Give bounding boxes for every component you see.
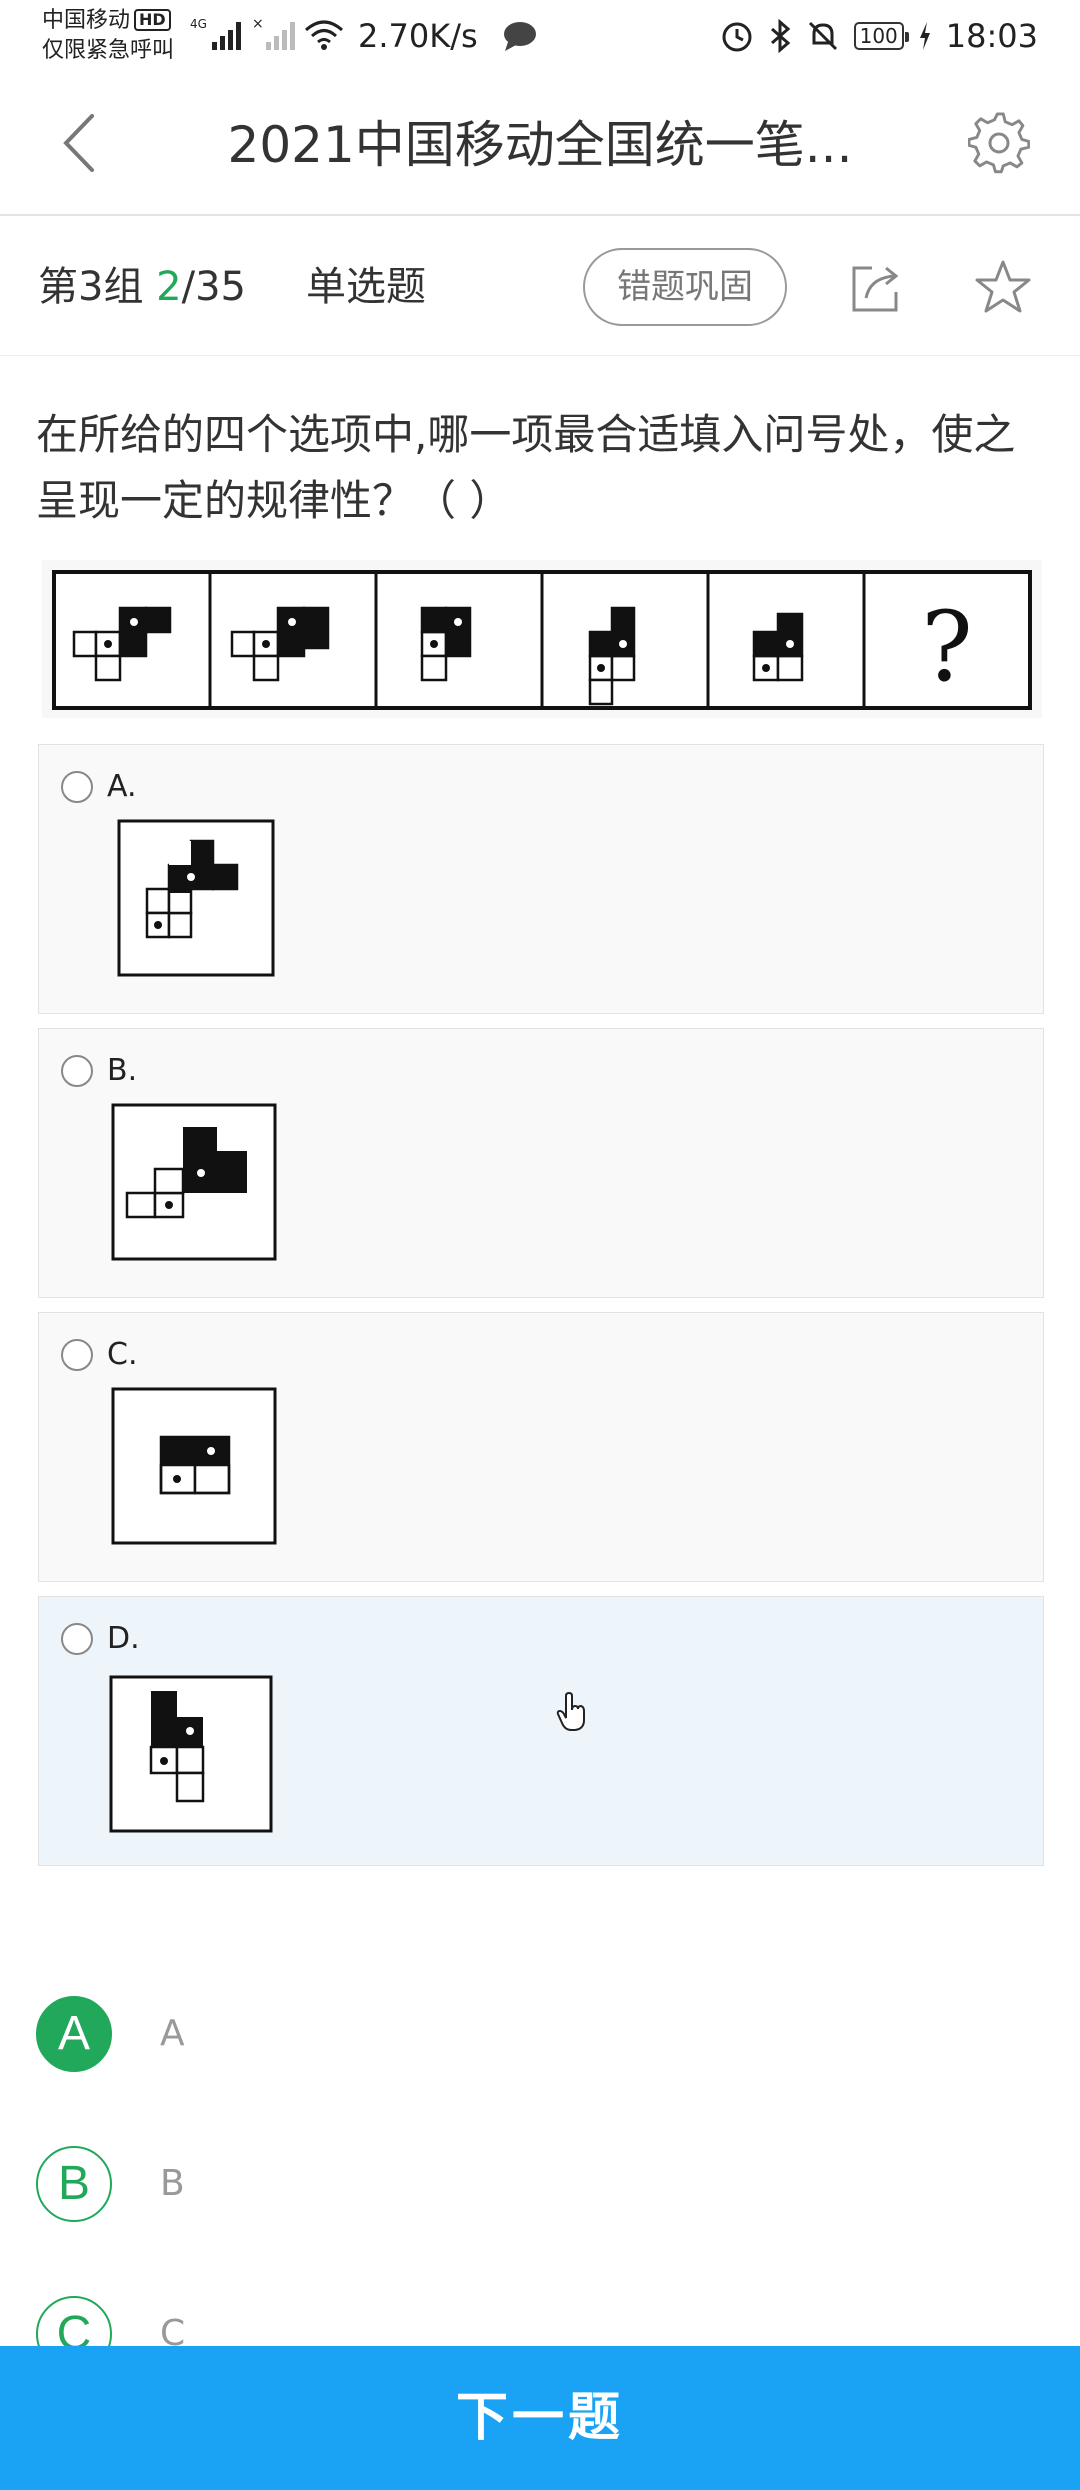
clock-time: 18:03 [945, 17, 1038, 55]
question-type-label: 单选题 [306, 264, 426, 310]
option-d-figure [109, 1675, 273, 1833]
battery-indicator: 100 [853, 22, 909, 50]
gear-icon[interactable] [968, 112, 1030, 174]
option-b-figure [111, 1103, 277, 1261]
option-a-figure [117, 819, 275, 977]
option-c-figure [111, 1387, 277, 1545]
message-bubble-icon [504, 22, 536, 51]
question-mark-placeholder: ? [921, 591, 972, 703]
answer-choice-a[interactable]: A A [36, 1996, 456, 2076]
choice-circle: B [36, 2146, 112, 2222]
option-c[interactable]: C. [38, 1312, 1044, 1582]
radio-button[interactable] [61, 771, 93, 803]
choice-text: B [160, 2163, 185, 2204]
share-icon[interactable] [848, 260, 904, 316]
radio-button[interactable] [61, 1055, 93, 1087]
option-letter: D. [107, 1621, 140, 1656]
back-arrow-icon[interactable] [50, 108, 120, 178]
app-header: 2021中国移动全国统一笔... [0, 72, 1080, 216]
network-speed: 2.70K/s [358, 17, 478, 55]
question-progress: 第3组 2/35 [38, 260, 246, 314]
question-text: 在所给的四个选项中,哪一项最合适填入问号处，使之呈现一定的规律性？（ ） [36, 410, 1016, 525]
status-right-group: 100 18:03 [720, 14, 1038, 58]
carrier-info: 中国移动 HD 仅限紧急呼叫 [42, 6, 174, 66]
option-d[interactable]: D. [38, 1596, 1044, 1866]
next-question-button[interactable]: 下一题 [0, 2346, 1080, 2490]
radio-button[interactable] [61, 1339, 93, 1371]
total-questions: /35 [181, 264, 246, 310]
choice-circle: A [36, 1996, 112, 2072]
hand-pointer-icon [556, 1692, 585, 1731]
svg-text:4G: 4G [190, 17, 207, 31]
wrong-questions-review-button[interactable]: 错题巩固 [583, 248, 787, 326]
charging-icon [919, 22, 930, 50]
radio-button[interactable] [61, 1623, 93, 1655]
cellular-signal-icon: 4G [190, 17, 241, 50]
option-b[interactable]: B. [38, 1028, 1044, 1298]
status-bar: 中国移动 HD 仅限紧急呼叫 4G × 2.70K/s 100 18:03 [0, 0, 1080, 72]
alarm-icon [722, 22, 752, 52]
hd-badge: HD [134, 9, 171, 31]
question-figure-sequence: ? [42, 560, 1042, 718]
option-letter: C. [107, 1337, 138, 1372]
carrier-name: 中国移动 [42, 8, 131, 33]
option-a[interactable]: A. [38, 744, 1044, 1014]
favorite-star-icon[interactable] [973, 258, 1033, 318]
question-info-bar: 第3组 2/35 单选题 错题巩固 [0, 218, 1080, 356]
answer-choice-b[interactable]: B B [36, 2146, 456, 2226]
emergency-only-text: 仅限紧急呼叫 [42, 38, 175, 63]
bluetooth-icon [770, 19, 790, 53]
page-title: 2021中国移动全国统一笔... [227, 116, 853, 174]
svg-text:×: × [252, 16, 264, 32]
current-question-number: 2 [156, 264, 182, 310]
sim2-signal-icon: × [252, 16, 295, 50]
group-label: 第3组 [38, 264, 144, 310]
option-letter: B. [107, 1053, 138, 1088]
option-letter: A. [107, 769, 137, 804]
choice-text: A [160, 2013, 185, 2054]
wifi-icon [305, 20, 343, 50]
mute-bell-icon [808, 21, 837, 51]
